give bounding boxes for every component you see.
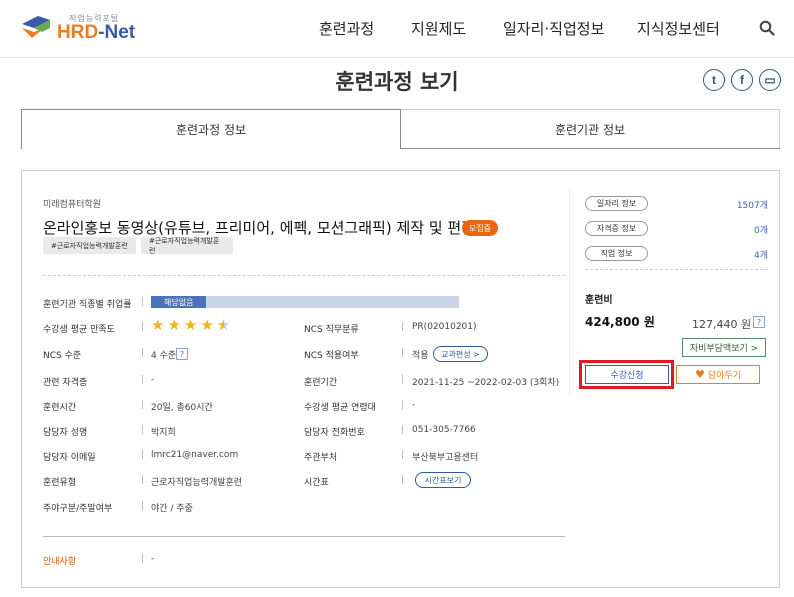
star-icon: ★ [167, 316, 181, 334]
logo-mark-icon [22, 16, 50, 38]
training-period-value: 2021-11-25 ~2022-02-03 (3회차) [412, 378, 560, 388]
manager-name-value: 박지희 [151, 428, 176, 438]
manager-email-label: 담당자 이메일 [43, 453, 96, 463]
certificate-label: 관련 자격증 [43, 378, 88, 388]
ncs-level-label: NCS 수준 [43, 351, 82, 361]
wishlist-label: 담아두기 [707, 371, 741, 381]
star-icon: ★ [151, 316, 165, 334]
star-icon: ★ [217, 318, 230, 333]
separator: | [141, 297, 145, 307]
star-icon: ★ [183, 316, 198, 334]
notice-label: 안내사항 [43, 557, 77, 567]
average-age-value: - [412, 400, 416, 410]
training-type-value: 근로자직업능력개발훈련 [151, 478, 243, 488]
ncs-level-value: 4 수준 [151, 351, 177, 361]
help-icon[interactable]: ? [176, 348, 188, 360]
manager-phone-label: 담당자 전화번호 [304, 428, 365, 438]
certificate-info-count[interactable]: 0개 [708, 223, 768, 236]
nav-knowledge-center[interactable]: 지식정보센터 [637, 18, 720, 39]
tab-institution-info[interactable]: 훈련기관 정보 [401, 109, 780, 149]
site-header: 직업능력포털 HRD-Net 훈련과정 지원제도 일자리·직업정보 지식정보센터 [0, 0, 794, 58]
academy-name[interactable]: 미래컴퓨터학원 [43, 197, 101, 210]
twitter-share-icon[interactable]: t [703, 69, 725, 91]
ncs-applied-value: 적용 [412, 351, 429, 361]
star-icon: ★ [200, 316, 214, 334]
average-age-label: 수강생 평균 연령대 [304, 403, 376, 413]
band-share-icon[interactable]: ▭ [759, 69, 781, 91]
logo-text: HRD-Net [57, 22, 136, 43]
self-pay-amount: 127,440 원 [692, 318, 752, 331]
course-title: 온라인홍보 동영상(유튜브, 프리미어, 에펙, 모션그래픽) 제작 및 편집 [43, 219, 475, 237]
course-tag[interactable]: #근로자직업능력개발훈련 [141, 237, 233, 255]
training-period-label: 훈련기간 [304, 378, 338, 388]
certificate-value: - [151, 375, 155, 385]
tab-divider [401, 148, 780, 149]
divider [43, 275, 565, 276]
satisfaction-stars: ★ ★ ★ ★ ★ [151, 316, 230, 334]
divider [585, 269, 768, 270]
satisfaction-label: 수강생 평균 만족도 [43, 325, 115, 335]
panel-divider [569, 188, 570, 396]
department-label: 주관부처 [304, 453, 338, 463]
wishlist-button[interactable]: ♥ 담아두기 [676, 365, 760, 384]
occupation-info-count[interactable]: 4개 [708, 248, 768, 261]
facebook-share-icon[interactable]: f [731, 69, 753, 91]
manager-name-label: 담당자 성명 [43, 428, 88, 438]
training-hours-label: 훈련시간 [43, 403, 77, 413]
schedule-view-button[interactable]: 시간표보기 [415, 472, 471, 488]
search-icon[interactable] [759, 20, 775, 36]
apply-button[interactable]: 수강신청 [585, 365, 669, 384]
help-icon[interactable]: ? [753, 316, 765, 328]
divider [43, 536, 565, 537]
status-badge: 모집중 [462, 220, 498, 236]
curriculum-button[interactable]: 교과편성 > [433, 346, 488, 362]
day-week-label: 주야구분/주말여부 [43, 504, 113, 514]
job-info-button[interactable]: 일자리 정보 [585, 196, 648, 211]
employment-rate-bar: 해당없음 [151, 296, 459, 308]
department-value: 부산북부고용센터 [412, 453, 479, 463]
nav-job-info[interactable]: 일자리·직업정보 [503, 18, 604, 39]
employment-rate-label: 훈련기관 직종별 취업률 [43, 300, 132, 310]
training-type-label: 훈련유형 [43, 478, 77, 488]
job-info-count[interactable]: 1507개 [708, 198, 768, 211]
manager-email-value: lmrc21@naver.com [151, 450, 239, 460]
nav-support-system[interactable]: 지원제도 [411, 18, 466, 39]
ncs-category-value: PR(02010201) [412, 322, 477, 332]
employment-rate-fill: 해당없음 [151, 296, 207, 308]
occupation-info-button[interactable]: 직업 정보 [585, 246, 648, 261]
notice-value: - [151, 554, 155, 564]
schedule-label: 시간표 [304, 478, 329, 488]
nav-training-courses[interactable]: 훈련과정 [319, 18, 374, 39]
day-week-value: 야간 / 주중 [151, 504, 193, 514]
hrd-net-logo[interactable]: 직업능력포털 HRD-Net [20, 10, 140, 46]
training-hours-value: 20일, 총60시간 [151, 403, 213, 413]
ncs-applied-label: NCS 적용여부 [304, 351, 359, 361]
manager-phone-value: 051-305-7766 [412, 425, 476, 435]
course-tag[interactable]: #근로자직업능력개발훈련 [43, 237, 136, 254]
ncs-category-label: NCS 직무분류 [304, 325, 359, 335]
certificate-info-button[interactable]: 자격증 정보 [585, 221, 648, 236]
page-title: 훈련과정 보기 [335, 70, 459, 94]
training-fee-total: 424,800 원 [585, 315, 655, 329]
tab-course-info[interactable]: 훈련과정 정보 [21, 109, 401, 149]
heart-icon: ♥ [695, 368, 705, 381]
training-fee-label: 훈련비 [585, 295, 613, 306]
self-pay-view-button[interactable]: 자비부담액보기 > [682, 338, 766, 357]
